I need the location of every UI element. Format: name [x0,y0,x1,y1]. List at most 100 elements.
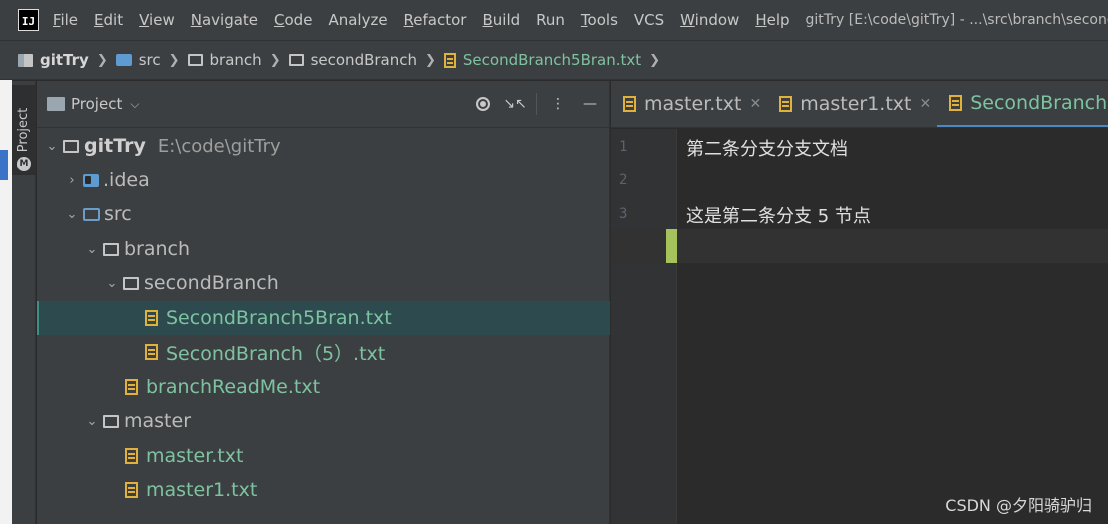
folder-icon [123,276,139,290]
code-line[interactable]: 这是第二条分支 5 节点 [686,202,871,228]
text-file-icon [125,379,138,395]
line-number: 2 [619,172,628,188]
chevron-down-icon[interactable]: ⌄ [103,276,121,291]
menu-vcs[interactable]: VCS [634,11,664,29]
folder-icon [187,54,203,66]
menu-run[interactable]: Run [536,11,565,29]
menu-navigate[interactable]: Navigate [191,11,258,29]
tree-item-path: E:\code\gitTry [157,135,281,157]
tree-item-label: gitTry [84,135,146,157]
tree-item-branch[interactable]: ⌄ branch [37,232,610,266]
line-number: 1 [619,139,628,155]
tree-item-label: master.txt [146,445,244,467]
close-icon[interactable]: ✕ [749,96,761,112]
menu-bar: IJ File Edit View Navigate Code Analyze … [0,0,1108,40]
text-file-icon [623,96,636,112]
folder-icon [288,54,304,66]
tree-item-label: branchReadMe.txt [146,376,321,398]
more-options-icon[interactable]: ⋮ [547,93,569,115]
breadcrumb-project[interactable]: gitTry [18,51,89,69]
tab-label: master1.txt [800,93,912,115]
breadcrumb-branch[interactable]: branch [187,51,262,69]
menu-window[interactable]: Window [680,11,739,29]
menu-tools[interactable]: Tools [581,11,618,29]
editor-tabs: master.txt ✕ master1.txt ✕ SecondBranch [611,81,1108,128]
project-folder-icon [18,53,33,67]
tree-item-label: .idea [103,169,150,191]
tree-item-root[interactable]: ⌄ gitTry E:\code\gitTry [37,129,610,163]
text-file-icon [145,344,158,360]
menu-edit[interactable]: Edit [94,11,123,29]
project-view-dropdown[interactable]: Project [71,95,122,113]
hide-panel-icon[interactable]: — [579,93,601,115]
tree-item-master-txt[interactable]: master.txt [37,439,610,473]
folder-icon [103,414,119,428]
close-icon[interactable]: ✕ [919,96,931,112]
tab-master-txt[interactable]: master.txt ✕ [611,81,767,127]
text-file-icon [145,310,158,326]
chevron-right-icon: ❯ [96,52,108,68]
breadcrumb-secondbranch[interactable]: secondBranch [288,51,417,69]
menu-file[interactable]: File [53,11,78,29]
tree-item-label: SecondBranch（5）.txt [166,342,386,365]
code-line[interactable]: 第二条分支分支文档 [686,135,848,161]
chevron-right-icon[interactable]: › [63,173,81,188]
tree-item-label: secondBranch [144,272,279,294]
menu-analyze[interactable]: Analyze [328,11,387,29]
text-file-icon [443,52,456,68]
breadcrumb-file[interactable]: SecondBranch5Bran.txt [443,51,641,69]
menu-refactor[interactable]: Refactor [404,11,467,29]
chevron-right-icon: ❯ [649,52,661,68]
tree-item-idea[interactable]: › .idea [37,163,610,197]
tree-item-label: branch [124,238,191,260]
intellij-logo-icon: IJ [18,9,39,31]
current-line-highlight [611,229,1108,263]
chevron-down-icon[interactable]: ⌄ [43,139,61,154]
tree-item-secondbranch[interactable]: ⌄ secondBranch [37,266,610,300]
tab-master1-txt[interactable]: master1.txt ✕ [767,81,937,127]
tab-label: SecondBranch [970,91,1108,114]
tree-item-label: master1.txt [146,479,258,501]
text-file-icon [779,96,793,112]
menu-help[interactable]: Help [755,11,789,29]
text-file-icon [125,482,138,498]
tab-secondbranch[interactable]: SecondBranch [937,81,1108,127]
project-tool-window-button[interactable]: 1: Project M [12,85,36,175]
tool-window-strip: 1: Project M [12,81,36,524]
collapse-all-icon[interactable]: ↘↖ [503,93,526,115]
maven-icon: M [17,157,31,171]
project-view-icon [47,97,65,111]
watermark: CSDN @夕阳骑驴归 [945,496,1092,515]
folder-icon [63,139,79,153]
vcs-change-marker[interactable] [666,229,677,263]
chevron-down-icon[interactable]: ⌄ [83,414,101,429]
breadcrumb: gitTry ❯ src ❯ branch ❯ secondBranch ❯ S… [0,40,1108,80]
text-file-icon [125,448,138,464]
menu-build[interactable]: Build [482,11,520,29]
chevron-right-icon: ❯ [269,52,281,68]
tree-item-file-selected[interactable]: SecondBranch5Bran.txt [37,301,610,335]
idea-folder-icon [83,173,99,187]
menu-view[interactable]: View [139,11,175,29]
menu-code[interactable]: Code [274,11,312,29]
tree-item-branch-readme[interactable]: branchReadMe.txt [37,370,610,404]
tree-item-label: SecondBranch5Bran.txt [166,307,392,329]
tree-item-src[interactable]: ⌄ src [37,197,610,231]
toolbar-divider [536,93,537,115]
source-folder-icon [83,207,100,221]
chevron-down-icon[interactable]: ⌄ [83,242,101,257]
editor: master.txt ✕ master1.txt ✕ SecondBranch … [611,81,1108,524]
tree-item-master1-txt[interactable]: master1.txt [37,473,610,507]
chevron-down-icon[interactable]: ⌵ [130,97,139,112]
breadcrumb-src[interactable]: src [115,51,161,69]
project-panel-toolbar: ↘↖ ⋮ — [462,93,601,115]
source-folder-icon [115,54,132,66]
line-number: 3 [619,206,628,222]
chevron-down-icon[interactable]: ⌄ [63,207,81,222]
tree-item-master[interactable]: ⌄ master [37,404,610,438]
project-panel: Project ⌵ ↘↖ ⋮ — ⌄ gitTry E:\code\gitTry… [37,81,610,524]
tree-item-file-second[interactable]: SecondBranch（5）.txt [37,335,610,369]
text-file-icon [949,94,963,111]
chevron-right-icon: ❯ [425,52,436,68]
locate-file-icon[interactable] [472,93,494,115]
